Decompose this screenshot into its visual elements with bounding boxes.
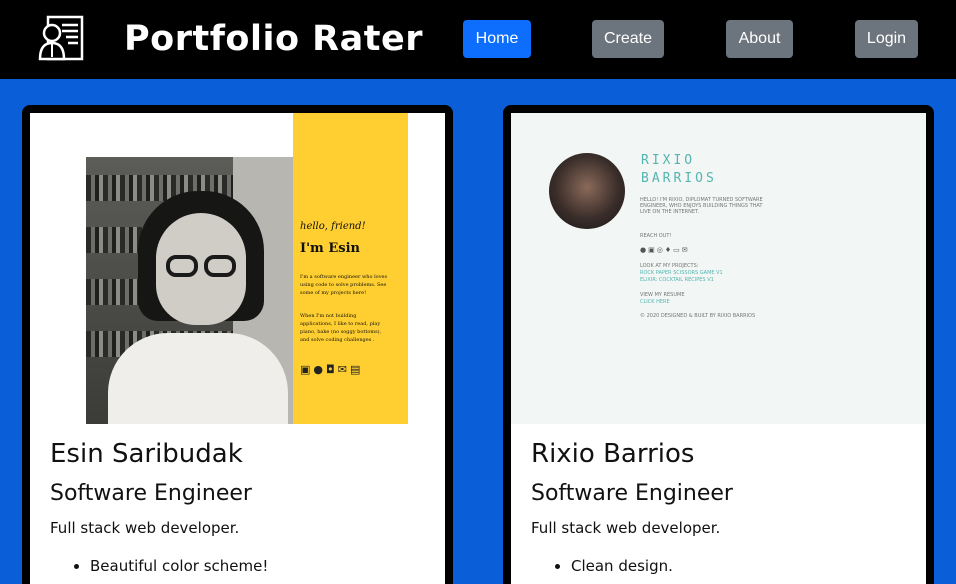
nav-create-button[interactable]: Create: [592, 20, 664, 58]
portfolio-card[interactable]: hello, friend! I'm Esin I'm a software e…: [22, 105, 453, 584]
resume-document-icon[interactable]: [38, 13, 88, 63]
card-body: Esin Saribudak Software Engineer Full st…: [50, 434, 430, 580]
greeting-text: hello, friend!: [300, 221, 366, 232]
project-link: ROCK PAPER SCISSORS GAME V1: [640, 270, 723, 276]
list-item: Clean design.: [571, 552, 911, 580]
resume-link: CLICK HERE: [640, 299, 670, 305]
title-line-1: RIXIO: [641, 153, 696, 168]
linkedin-icon: ▣: [648, 246, 657, 254]
social-icons: ●▣◎♦▭✉: [640, 246, 690, 254]
portfolio-card-inner: hello, friend! I'm Esin I'm a software e…: [30, 113, 445, 584]
card-body: Rixio Barrios Software Engineer Full sta…: [531, 434, 911, 580]
heading-text: I'm Esin: [300, 241, 360, 256]
linkedin-icon: ▣: [300, 363, 314, 376]
avatar: [549, 153, 625, 229]
skype-icon: ◎: [656, 246, 665, 254]
social-icons: ▣●◘✉▤: [300, 363, 363, 376]
hobbies-paragraph: When I'm not building applications, I li…: [300, 313, 382, 343]
glasses-icon: [166, 255, 198, 277]
card-name: Esin Saribudak: [50, 439, 243, 469]
email-icon: ✉: [681, 246, 690, 254]
portfolio-card-inner: RIXIO BARRIOS HELLO! I'M RIXIO, DIPLOMAT…: [511, 113, 926, 584]
nav-about-button[interactable]: About: [726, 20, 793, 58]
intro-text: HELLO! I'M RIXIO, DIPLOMAT TURNED SOFTWA…: [640, 197, 763, 215]
highlights-list: Beautiful color scheme!: [50, 552, 430, 580]
profile-photo: [86, 157, 293, 424]
card-description: Full stack web developer.: [50, 519, 240, 537]
title-line-2: BARRIOS: [641, 171, 717, 186]
email-icon: ✉: [337, 363, 350, 376]
intro-paragraph: I'm a software engineer who loves using …: [300, 274, 388, 296]
list-item: Beautiful color scheme!: [90, 552, 430, 580]
glasses-icon: [204, 255, 236, 277]
nav-home-button[interactable]: Home: [463, 20, 531, 58]
location-icon: ♦: [664, 246, 674, 254]
projects-label: LOOK AT MY PROJECTS:: [640, 263, 699, 269]
brand-title[interactable]: Portfolio Rater: [124, 16, 423, 62]
resume-icon: ▤: [349, 363, 364, 376]
nav-login-button[interactable]: Login: [855, 20, 918, 58]
card-description: Full stack web developer.: [531, 519, 721, 537]
portfolio-thumbnail[interactable]: hello, friend! I'm Esin I'm a software e…: [30, 113, 445, 424]
instagram-icon: ◘: [326, 363, 338, 376]
card-name: Rixio Barrios: [531, 439, 695, 469]
github-icon: ●: [640, 246, 649, 254]
chat-icon: ▭: [673, 246, 682, 254]
intro-panel: [293, 113, 408, 424]
highlights-list: Clean design.: [531, 552, 911, 580]
portfolio-card[interactable]: RIXIO BARRIOS HELLO! I'M RIXIO, DIPLOMAT…: [503, 105, 934, 584]
shirt: [108, 333, 288, 424]
card-role: Software Engineer: [50, 481, 252, 506]
navbar: Portfolio Rater Home Create About Login: [0, 0, 956, 79]
project-link: ELIXIR: COCKTAIL RECIPES V1: [640, 277, 714, 283]
github-icon: ●: [313, 363, 327, 376]
resume-label: VIEW MY RESUME: [640, 292, 685, 298]
footer-text: © 2020 DESIGNED & BUILT BY RIXIO BARRIOS: [640, 313, 756, 319]
reach-out-text: REACH OUT!: [640, 233, 672, 239]
portfolio-thumbnail[interactable]: RIXIO BARRIOS HELLO! I'M RIXIO, DIPLOMAT…: [511, 113, 926, 424]
card-role: Software Engineer: [531, 481, 733, 506]
